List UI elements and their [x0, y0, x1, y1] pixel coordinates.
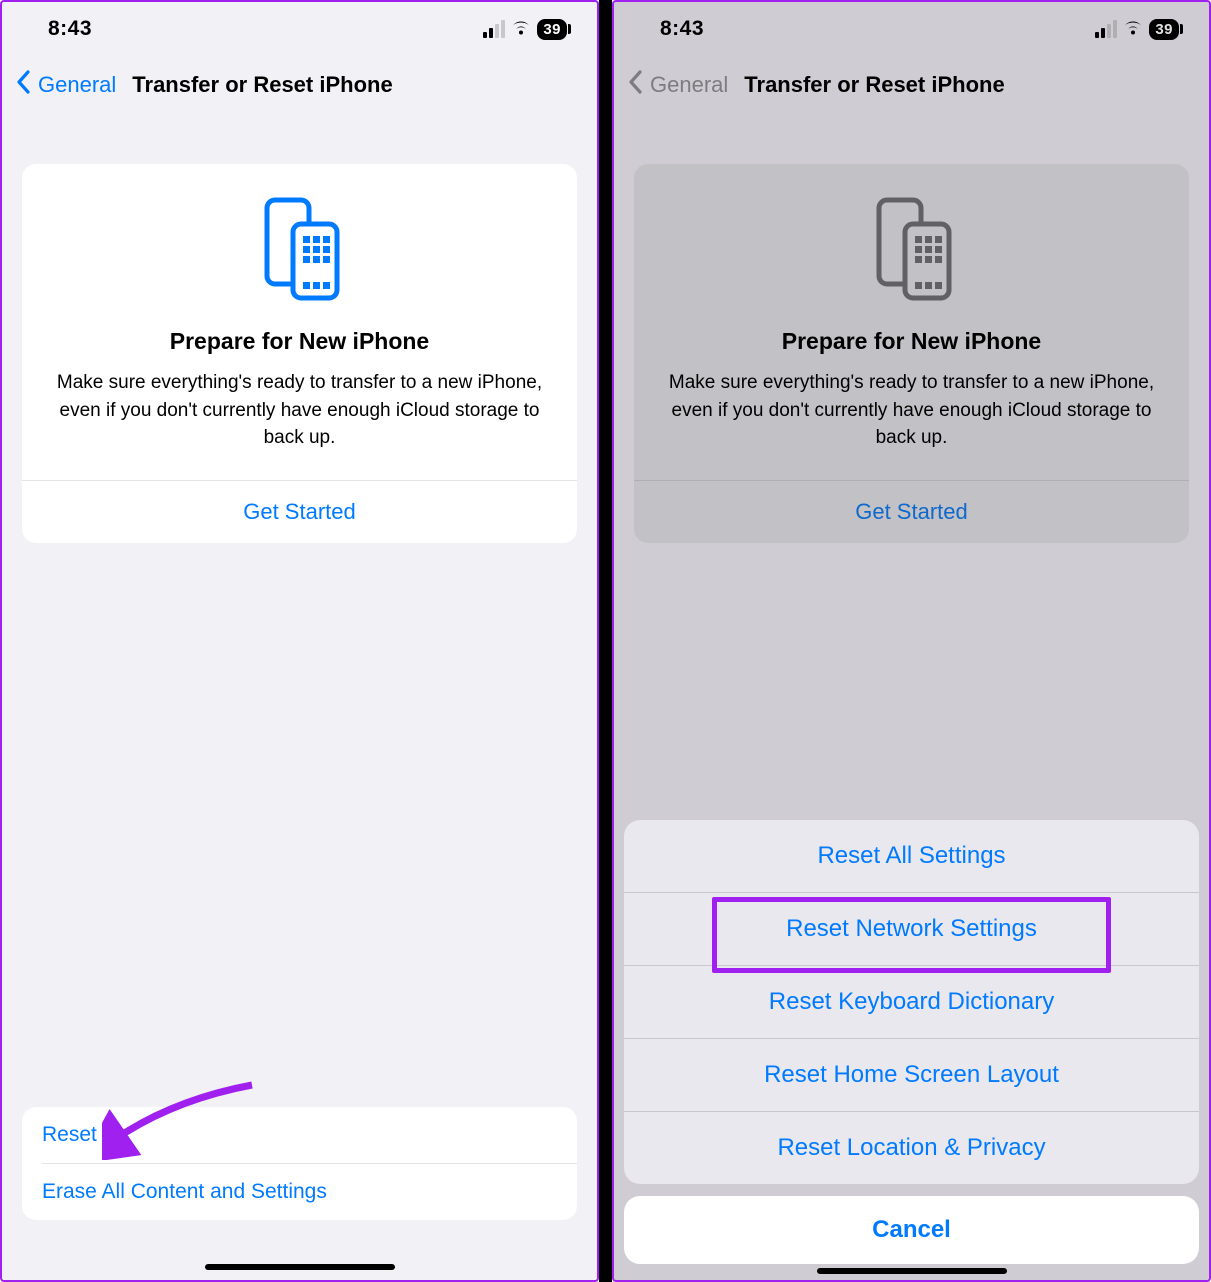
transfer-phones-icon — [46, 194, 553, 304]
get-started-button[interactable]: Get Started — [46, 481, 553, 543]
wifi-icon — [511, 20, 531, 39]
status-bar: 8:43 39 — [2, 2, 597, 56]
nav-bar: General Transfer or Reset iPhone — [614, 56, 1209, 114]
prepare-card: Prepare for New iPhone Make sure everyth… — [22, 164, 577, 543]
nav-bar: General Transfer or Reset iPhone — [2, 56, 597, 114]
status-right: 39 — [483, 19, 567, 40]
cancel-button[interactable]: Cancel — [624, 1196, 1199, 1264]
bottom-options-list: Reset Erase All Content and Settings — [22, 1107, 577, 1220]
home-indicator[interactable] — [205, 1264, 395, 1270]
transfer-phones-icon — [658, 194, 1165, 304]
back-chevron-icon[interactable] — [628, 70, 644, 100]
get-started-button[interactable]: Get Started — [658, 481, 1165, 543]
status-time: 8:43 — [48, 17, 92, 41]
card-title: Prepare for New iPhone — [46, 328, 553, 355]
status-right: 39 — [1095, 19, 1179, 40]
erase-all-row[interactable]: Erase All Content and Settings — [22, 1164, 577, 1220]
prepare-card: Prepare for New iPhone Make sure everyth… — [634, 164, 1189, 543]
back-chevron-icon[interactable] — [16, 70, 32, 100]
status-time: 8:43 — [660, 17, 704, 41]
cellular-signal-icon — [483, 20, 505, 38]
card-description: Make sure everything's ready to transfer… — [46, 369, 553, 452]
reset-row[interactable]: Reset — [22, 1107, 577, 1163]
battery-icon: 39 — [1149, 19, 1179, 40]
status-bar: 8:43 39 — [614, 2, 1209, 56]
card-description: Make sure everything's ready to transfer… — [658, 369, 1165, 452]
reset-all-settings[interactable]: Reset All Settings — [624, 820, 1199, 892]
card-title: Prepare for New iPhone — [658, 328, 1165, 355]
reset-keyboard-dictionary[interactable]: Reset Keyboard Dictionary — [624, 966, 1199, 1038]
reset-location-privacy[interactable]: Reset Location & Privacy — [624, 1112, 1199, 1184]
action-sheet-list: Reset All Settings Reset Network Setting… — [624, 820, 1199, 1184]
cellular-signal-icon — [1095, 20, 1117, 38]
screenshot-left: 8:43 39 General Transfer or Reset iPhone — [0, 0, 599, 1282]
image-divider — [599, 0, 612, 1282]
nav-title: Transfer or Reset iPhone — [744, 72, 1004, 98]
action-sheet: Reset All Settings Reset Network Setting… — [614, 810, 1209, 1280]
nav-title: Transfer or Reset iPhone — [132, 72, 392, 98]
reset-network-settings[interactable]: Reset Network Settings — [624, 893, 1199, 965]
nav-back-label[interactable]: General — [38, 72, 116, 98]
reset-home-screen-layout[interactable]: Reset Home Screen Layout — [624, 1039, 1199, 1111]
battery-icon: 39 — [537, 19, 567, 40]
content-area: Prepare for New iPhone Make sure everyth… — [2, 114, 597, 1280]
nav-back-label[interactable]: General — [650, 72, 728, 98]
screenshot-right: 8:43 39 General Transfer or Reset iPhone — [612, 0, 1211, 1282]
home-indicator[interactable] — [817, 1268, 1007, 1274]
wifi-icon — [1123, 20, 1143, 39]
